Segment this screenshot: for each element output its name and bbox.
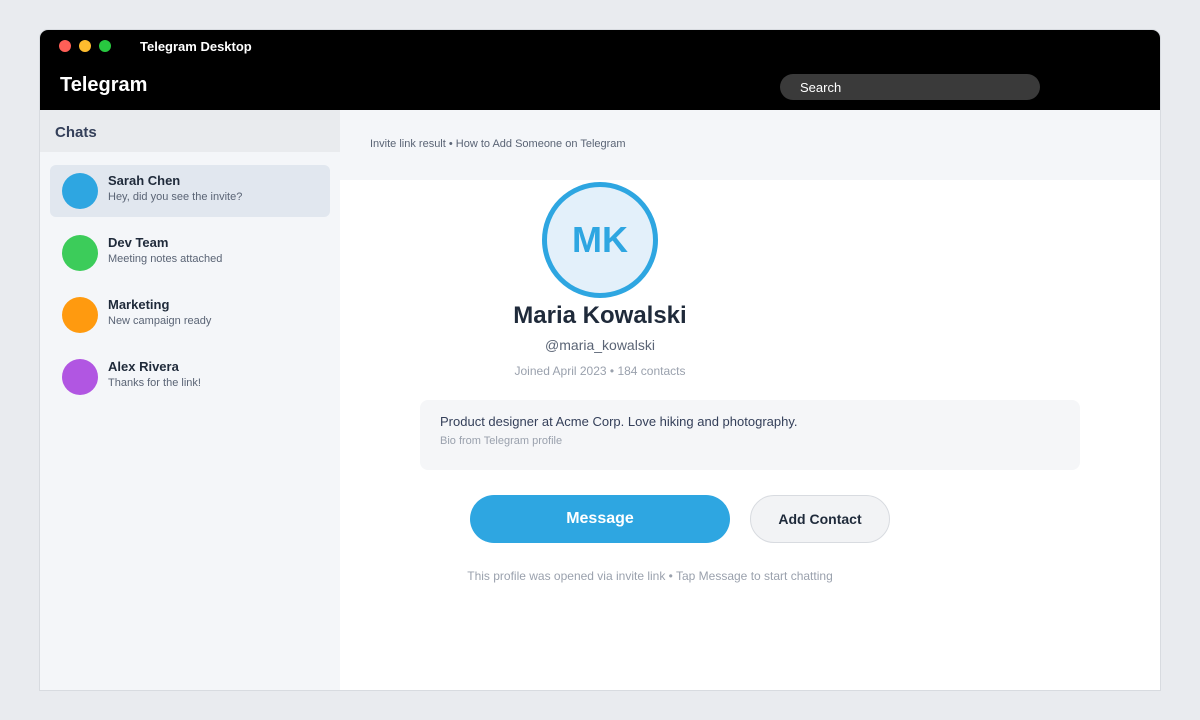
bio-card: Product designer at Acme Corp. Love hiki… [420, 400, 1080, 470]
sidebar-title: Chats [55, 124, 97, 141]
chat-preview: Hey, did you see the invite? [108, 191, 243, 203]
chat-name: Marketing [108, 297, 170, 312]
avatar [62, 359, 98, 395]
profile-username: @maria_kowalski [545, 337, 655, 353]
breadcrumb: Invite link result • How to Add Someone … [370, 138, 626, 150]
window-title: Telegram Desktop [140, 39, 252, 54]
title-bar: Telegram Desktop [40, 30, 1160, 62]
chat-item-marketing[interactable]: Marketing New campaign ready [50, 289, 330, 341]
search-input[interactable] [780, 74, 1040, 100]
breadcrumb-bar: Invite link result • How to Add Someone … [340, 110, 1160, 180]
profile-avatar: MK [542, 182, 658, 298]
chat-preview: New campaign ready [108, 315, 212, 327]
chat-sidebar: Chats Sarah Chen Hey, did you see the in… [40, 110, 340, 690]
message-button[interactable]: Message [470, 495, 730, 543]
bio-source: Bio from Telegram profile [440, 435, 563, 447]
add-contact-button[interactable]: Add Contact [750, 495, 890, 543]
chat-item-sarah-chen[interactable]: Sarah Chen Hey, did you see the invite? [50, 165, 330, 217]
avatar [62, 235, 98, 271]
chat-preview: Meeting notes attached [108, 253, 223, 265]
footer-note: This profile was opened via invite link … [467, 569, 833, 583]
chat-item-dev-team[interactable]: Dev Team Meeting notes attached [50, 227, 330, 279]
chat-name: Dev Team [108, 235, 169, 250]
minimize-window-button[interactable] [79, 40, 91, 52]
chat-list: Sarah Chen Hey, did you see the invite? … [50, 165, 330, 413]
app-title: Telegram [60, 74, 148, 96]
chat-name: Sarah Chen [108, 173, 181, 188]
app-window: Telegram Desktop Telegram Chats Sarah Ch… [40, 30, 1160, 690]
chat-item-alex-rivera[interactable]: Alex Rivera Thanks for the link! [50, 351, 330, 403]
avatar [62, 297, 98, 333]
app-header: Telegram [40, 62, 1160, 110]
bio-text: Product designer at Acme Corp. Love hiki… [440, 414, 798, 429]
maximize-window-button[interactable] [99, 40, 111, 52]
chat-preview: Thanks for the link! [108, 377, 201, 389]
profile-name: Maria Kowalski [513, 302, 687, 329]
chat-name: Alex Rivera [108, 359, 179, 374]
close-window-button[interactable] [59, 40, 71, 52]
profile-panel: Invite link result • How to Add Someone … [340, 110, 1160, 690]
avatar [62, 173, 98, 209]
profile-meta: Joined April 2023 • 184 contacts [514, 364, 686, 378]
sidebar-header: Chats [40, 110, 340, 152]
